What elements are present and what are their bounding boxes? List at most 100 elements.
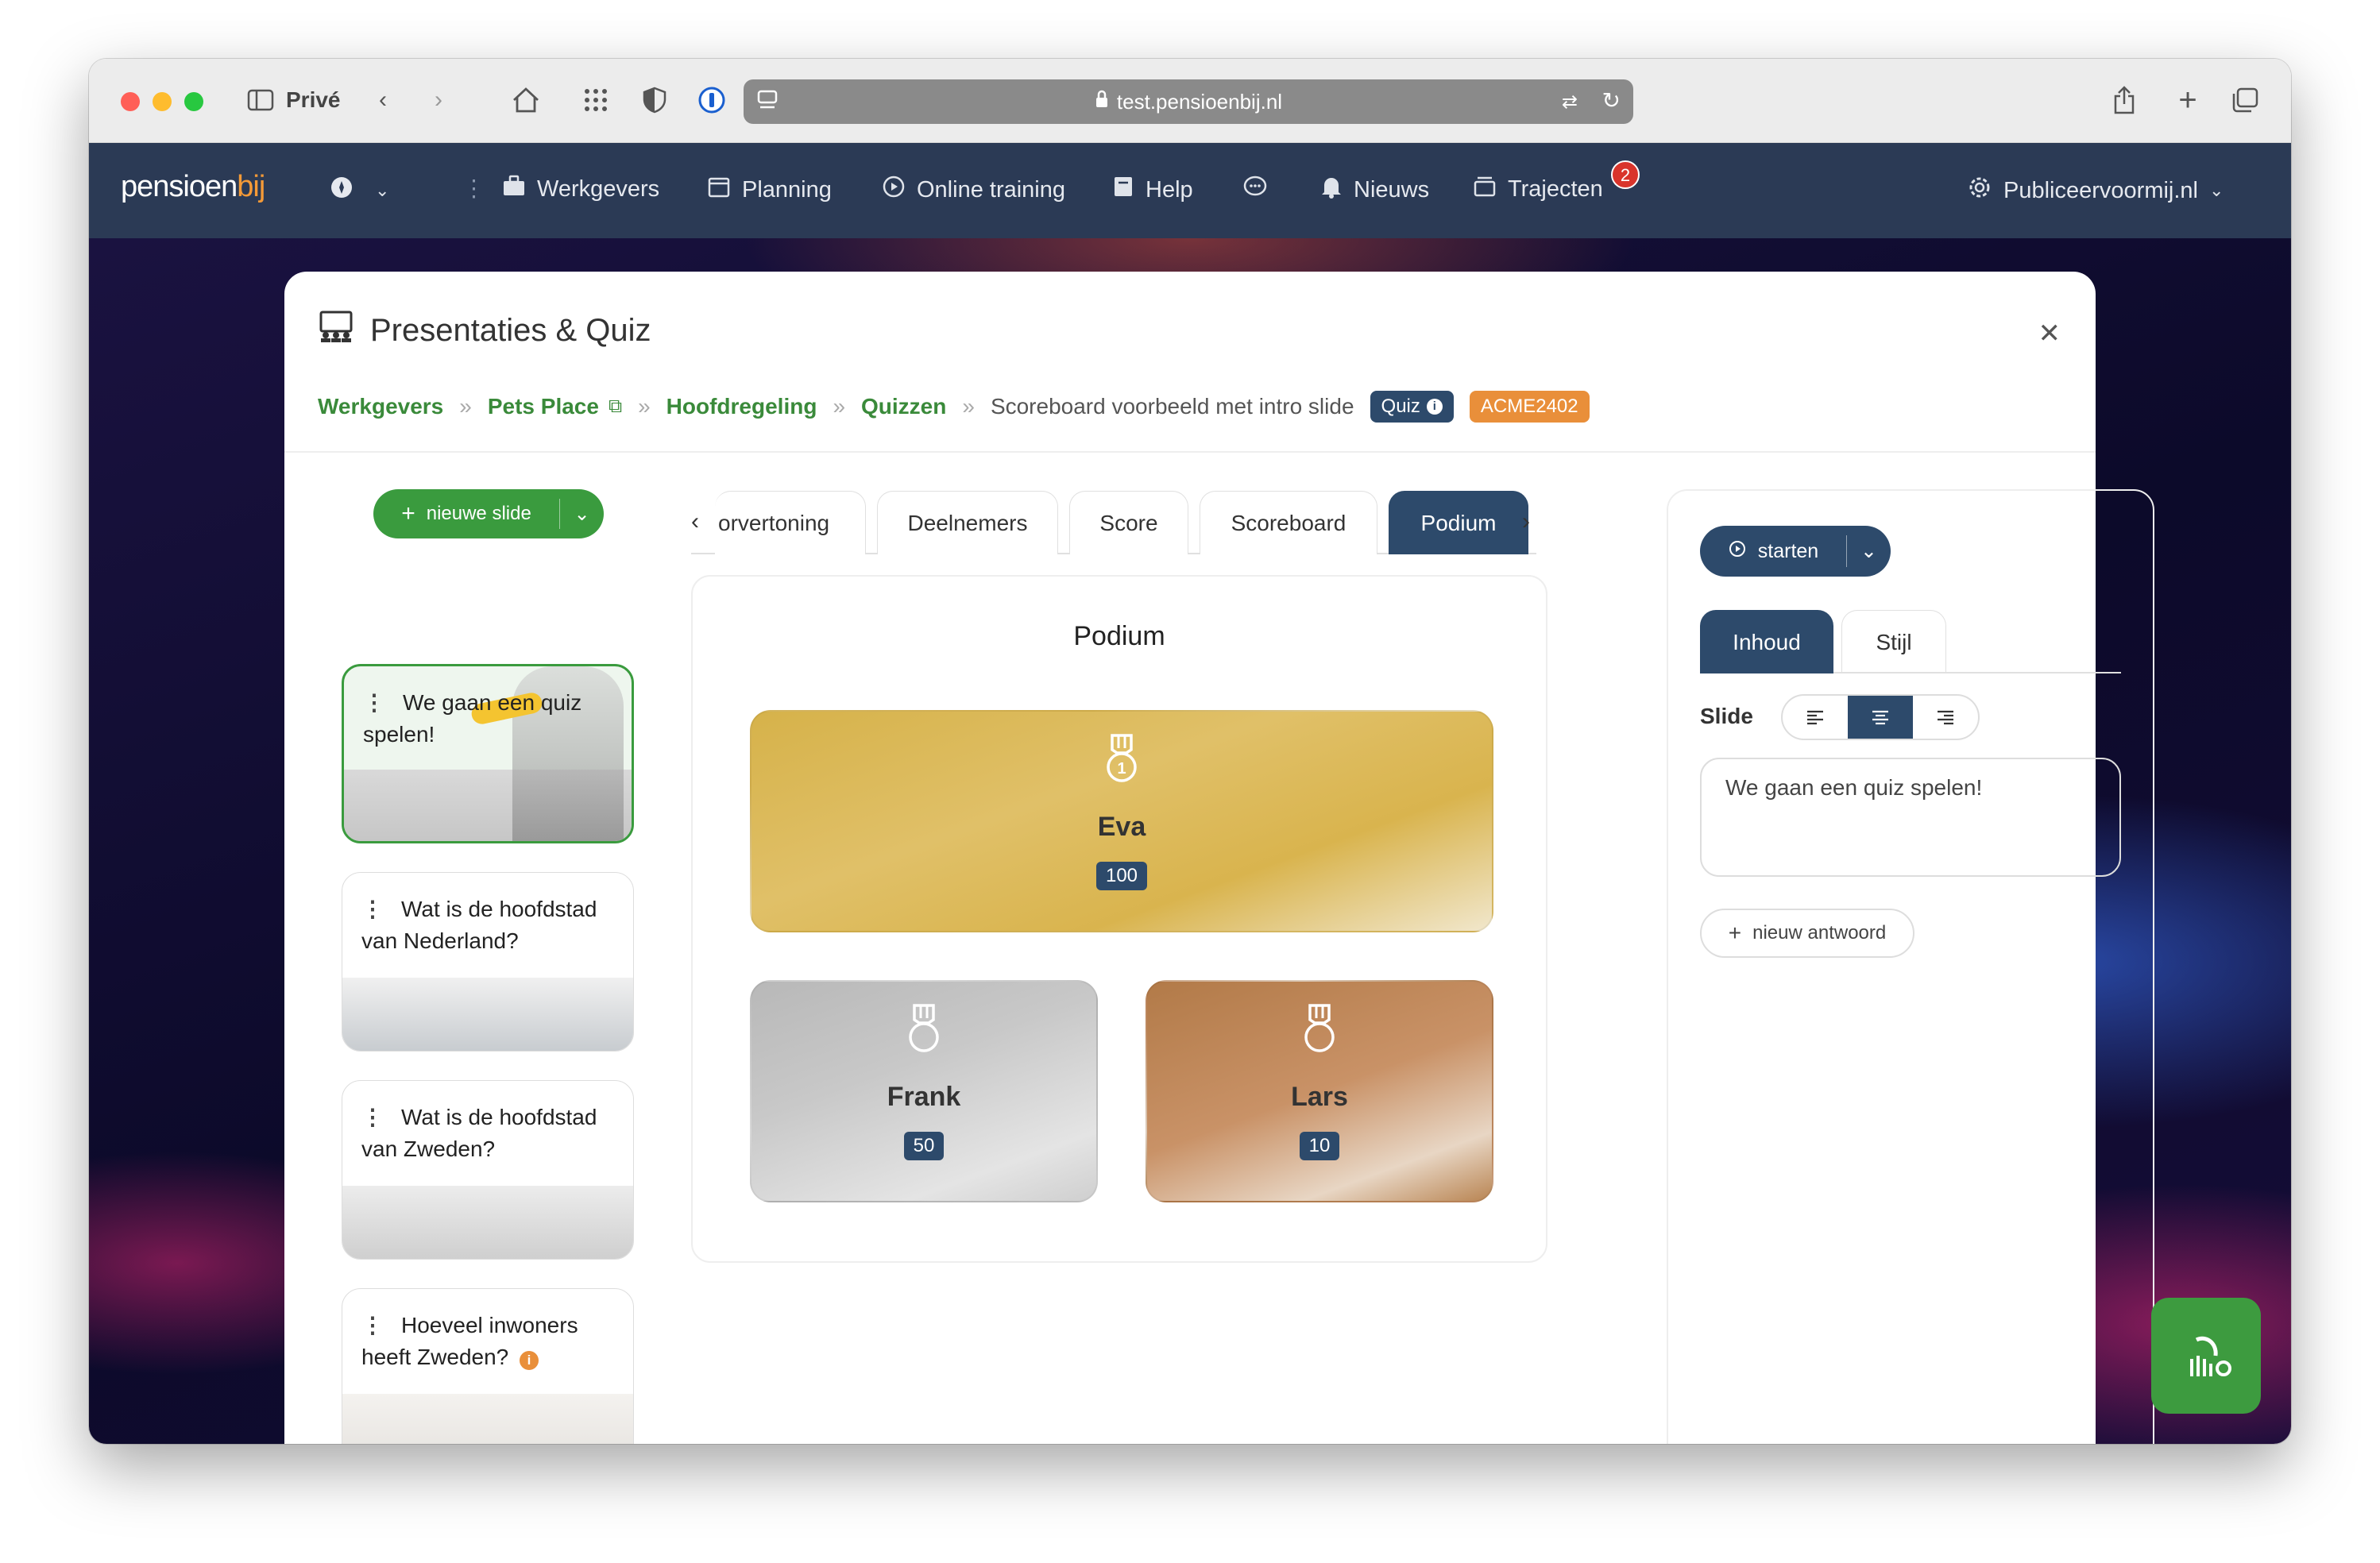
- bell-icon: [1320, 175, 1343, 205]
- password-manager-icon[interactable]: [693, 83, 731, 118]
- shield-icon[interactable]: [636, 83, 674, 118]
- editor-tabs: Inhoud Stijl: [1700, 610, 2121, 673]
- tab-deelnemers[interactable]: Deelnemers: [877, 491, 1058, 554]
- tab-score[interactable]: Score: [1069, 491, 1188, 554]
- podium-second-place: Frank 50: [750, 980, 1098, 1202]
- apps-grid-icon[interactable]: [577, 83, 615, 118]
- nav-nieuws[interactable]: Nieuws: [1320, 175, 1429, 205]
- new-tab-icon[interactable]: +: [2170, 83, 2205, 118]
- slide-label: Slide: [1700, 704, 1753, 728]
- nav-werkgevers[interactable]: Werkgevers: [502, 175, 659, 203]
- drag-handle-icon[interactable]: ⋮: [363, 690, 385, 715]
- tab-scoreboard[interactable]: Scoreboard: [1200, 491, 1377, 554]
- drag-handle-icon[interactable]: ⋮: [361, 1313, 384, 1337]
- translate-icon[interactable]: ⇄: [1562, 91, 1578, 114]
- breadcrumb-hoofdregeling[interactable]: Hoofdregeling: [666, 394, 817, 419]
- slide-tabs: ‹ orvertoning Deelnemers Score Scoreboar…: [691, 491, 1536, 554]
- slide-text-input[interactable]: We gaan een quiz spelen!: [1700, 758, 2121, 877]
- lock-icon: [1095, 90, 1109, 114]
- browser-toolbar: Privé ‹ › test.pensioenbij.nl ⇄ ↻ +: [89, 59, 2291, 143]
- link-icon[interactable]: ⧉: [609, 396, 622, 418]
- pensioenbij-bee-icon: [2190, 1336, 2231, 1376]
- tab-stijl[interactable]: Stijl: [1841, 610, 1946, 673]
- chevron-left-icon[interactable]: ‹: [691, 508, 699, 535]
- address-bar[interactable]: test.pensioenbij.nl ⇄ ↻: [744, 79, 1633, 124]
- medal-second-icon: [909, 1004, 939, 1052]
- reload-icon[interactable]: ↻: [1602, 87, 1621, 114]
- tab-podium[interactable]: Podium: [1389, 491, 1528, 554]
- slide-title: ⋮ Hoeveel inwoners heeft Zweden? i: [361, 1313, 578, 1370]
- close-window-button[interactable]: [121, 92, 140, 111]
- chevron-double-right-icon: »: [638, 394, 651, 419]
- slide-title: ⋮ Wat is de hoofdstad van Nederland?: [361, 897, 597, 953]
- tab-voorvertoning[interactable]: orvertoning: [715, 491, 866, 554]
- align-center-icon[interactable]: [1848, 696, 1913, 739]
- minimize-window-button[interactable]: [153, 92, 172, 111]
- drag-handle-icon[interactable]: ⋮: [361, 1105, 384, 1129]
- tab-overview-icon[interactable]: [2227, 83, 2262, 118]
- breadcrumb-werkgevers[interactable]: Werkgevers: [318, 394, 443, 419]
- account-dropdown[interactable]: Publiceervoormij.nl ⌄: [1967, 175, 2224, 206]
- zoom-window-button[interactable]: [184, 92, 203, 111]
- support-widget-button[interactable]: [2151, 1298, 2261, 1414]
- nav-planning[interactable]: Planning: [707, 175, 832, 205]
- pensioenbij-logo[interactable]: pensioenbij: [121, 170, 265, 204]
- breadcrumb-quizzen[interactable]: Quizzen: [861, 394, 946, 419]
- info-icon[interactable]: i: [1426, 399, 1443, 415]
- back-icon[interactable]: ‹: [367, 83, 399, 118]
- medal-third-icon: [1304, 1004, 1335, 1052]
- first-place-score: 100: [1095, 862, 1148, 890]
- book-icon: [1112, 175, 1134, 205]
- page-menu-icon[interactable]: [756, 89, 779, 118]
- private-mode-label: Privé: [286, 87, 341, 112]
- start-button[interactable]: starten ⌄: [1700, 526, 1891, 577]
- svg-text:1: 1: [1117, 760, 1126, 778]
- share-icon[interactable]: [2107, 83, 2142, 118]
- nav-help[interactable]: Help: [1112, 175, 1193, 205]
- slide-card[interactable]: ⋮ Wat is de hoofdstad van Zweden?: [342, 1080, 634, 1260]
- drag-handle-icon[interactable]: ⋮: [361, 897, 384, 921]
- nav-online-training[interactable]: Online training: [882, 175, 1065, 205]
- presentaties-quiz-modal: Presentaties & Quiz ✕ Werkgevers » Pets …: [284, 272, 2154, 1444]
- play-circle-icon: [882, 175, 906, 205]
- slide-card[interactable]: ⋮ Wat is de hoofdstad van Nederland?: [342, 872, 634, 1052]
- close-icon[interactable]: ✕: [2038, 318, 2061, 349]
- more-menu-icon[interactable]: ⋮: [462, 175, 485, 203]
- second-place-score: 50: [903, 1132, 945, 1160]
- app-navbar: pensioenbij ⌄ ⋮ Werkgevers Planning Onli…: [89, 143, 2291, 238]
- third-place-name: Lars: [1291, 1082, 1348, 1112]
- forward-icon[interactable]: ›: [423, 83, 454, 118]
- modal-title: Presentaties & Quiz: [370, 312, 651, 348]
- podium-first-place: 1 Eva 100: [750, 710, 1493, 932]
- warning-icon[interactable]: i: [520, 1351, 539, 1370]
- slide-card[interactable]: ⋮ Hoeveel inwoners heeft Zweden? i: [342, 1288, 634, 1444]
- third-place-score: 10: [1299, 1132, 1340, 1160]
- plus-icon: +: [1728, 920, 1742, 945]
- chevron-right-icon[interactable]: ›: [1522, 508, 1530, 535]
- chevron-down-icon[interactable]: ⌄: [559, 499, 604, 529]
- new-slide-button[interactable]: + nieuwe slide ⌄: [373, 489, 604, 538]
- new-answer-button[interactable]: + nieuw antwoord: [1700, 909, 1914, 958]
- chevron-double-right-icon: »: [962, 394, 975, 419]
- header-divider: [284, 451, 2096, 453]
- breadcrumb-pets-place[interactable]: Pets Place: [488, 394, 599, 419]
- gear-icon: [1967, 175, 1992, 206]
- sidebar-icon[interactable]: [245, 83, 276, 118]
- window-controls: [121, 92, 203, 111]
- text-align-group: [1781, 694, 1980, 740]
- briefcase-icon: [502, 175, 526, 203]
- align-left-icon[interactable]: [1783, 696, 1848, 739]
- nav-trajecten[interactable]: Trajecten: [1473, 175, 1603, 203]
- slide-card[interactable]: ⋮ We gaan een quiz spelen!: [342, 664, 634, 843]
- trajecten-count-badge: 2: [1611, 160, 1640, 189]
- chevron-down-icon: ⌄: [375, 180, 390, 200]
- tab-inhoud[interactable]: Inhoud: [1700, 610, 1833, 673]
- slide-title: ⋮ We gaan een quiz spelen!: [363, 690, 582, 747]
- quiz-tag: Quiz i: [1370, 391, 1454, 423]
- chat-icon[interactable]: [1242, 175, 1268, 199]
- compass-dropdown[interactable]: ⌄: [329, 175, 389, 206]
- home-icon[interactable]: [507, 83, 545, 118]
- align-right-icon[interactable]: [1913, 696, 1978, 739]
- calendar-icon: [707, 175, 731, 205]
- chevron-down-icon[interactable]: ⌄: [1846, 535, 1891, 567]
